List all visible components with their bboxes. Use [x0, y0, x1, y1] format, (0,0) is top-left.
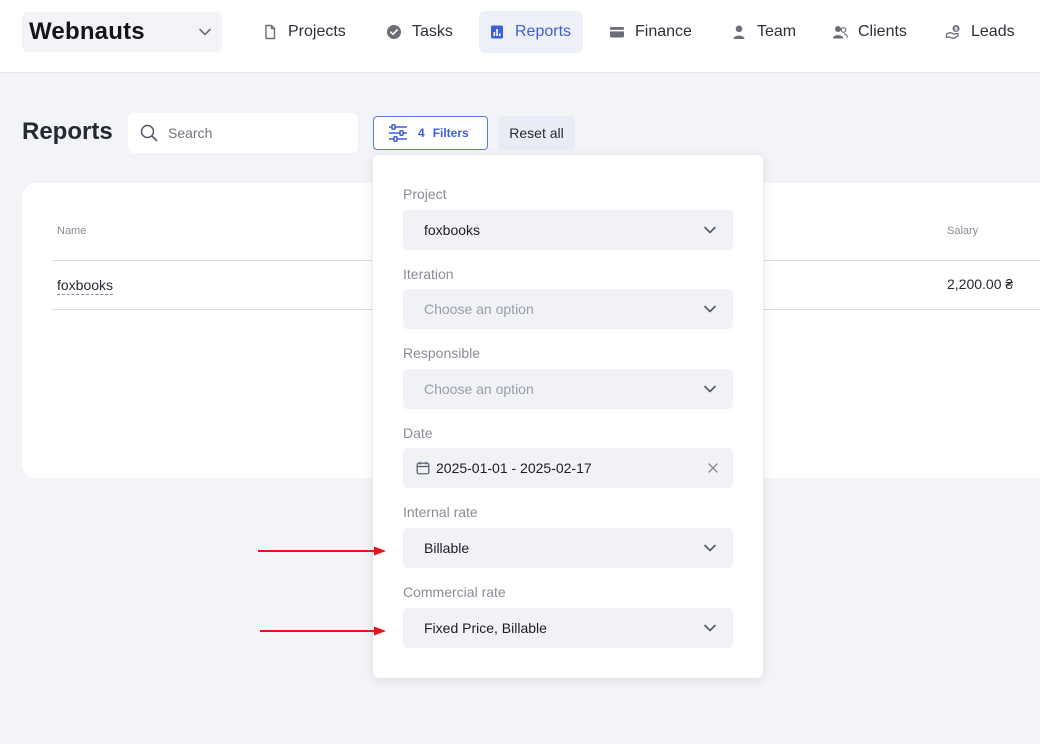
responsible-label: Responsible	[403, 345, 481, 361]
chevron-down-icon	[704, 226, 716, 234]
internal-rate-label: Internal rate	[403, 504, 478, 520]
responsible-select[interactable]: Choose an option	[403, 369, 733, 409]
report-chart-icon	[491, 25, 503, 39]
nav-label: Reports	[515, 23, 572, 40]
date-value: 2025-01-01 - 2025-02-17	[436, 460, 592, 476]
filters-button[interactable]: 4 Filters	[373, 116, 488, 150]
search-box[interactable]	[128, 113, 358, 153]
nav-label: Team	[757, 23, 797, 40]
project-label: Project	[403, 186, 447, 202]
svg-text:$: $	[954, 27, 958, 33]
reset-all-button[interactable]: Reset all	[498, 116, 575, 150]
column-header-salary: Salary	[947, 225, 979, 237]
commercial-rate-value: Fixed Price, Billable	[424, 620, 547, 636]
date-range-picker[interactable]: 2025-01-01 - 2025-02-17	[403, 448, 733, 488]
nav-label: Finance	[635, 23, 692, 40]
chevron-down-icon	[199, 28, 211, 36]
annotation-arrow-icon	[258, 546, 386, 556]
leads-icon: $	[945, 25, 960, 40]
person-icon	[733, 25, 745, 39]
chevron-down-icon	[704, 544, 716, 552]
nav-label: Tasks	[412, 23, 453, 40]
nav-item-reports[interactable]: Reports	[479, 11, 583, 53]
nav-item-leads[interactable]: $ Leads	[935, 11, 1025, 53]
chevron-down-icon	[704, 305, 716, 313]
annotation-arrow-icon	[260, 626, 386, 636]
iteration-label: Iteration	[403, 266, 454, 282]
search-input[interactable]	[168, 125, 348, 141]
chevron-down-icon	[704, 624, 716, 632]
row-salary: 2,200.00 ₴	[947, 276, 1014, 292]
sliders-icon	[389, 124, 407, 142]
nav-label: Clients	[858, 23, 907, 40]
clients-icon	[832, 26, 848, 39]
search-icon	[140, 124, 158, 142]
nav-label: Projects	[288, 23, 346, 40]
nav-item-projects[interactable]: Projects	[252, 11, 356, 53]
date-label: Date	[403, 425, 433, 441]
clear-icon[interactable]	[707, 462, 719, 474]
check-circle-icon	[387, 25, 401, 39]
page-title: Reports	[22, 118, 113, 145]
file-icon	[265, 24, 276, 40]
workspace-name: Webnauts	[29, 18, 145, 45]
filters-count: 4	[418, 126, 425, 140]
calendar-icon	[416, 461, 430, 475]
top-navigation-bar: Webnauts Projects Tasks Reports Finance …	[0, 0, 1040, 73]
filters-popover: Project foxbooks Iteration Choose an opt…	[373, 155, 763, 678]
project-value: foxbooks	[424, 222, 481, 238]
responsible-placeholder: Choose an option	[424, 381, 534, 397]
chevron-down-icon	[704, 385, 716, 393]
nav-item-team[interactable]: Team	[721, 11, 806, 53]
nav-item-tasks[interactable]: Tasks	[376, 11, 463, 53]
iteration-select[interactable]: Choose an option	[403, 289, 733, 329]
nav-item-finance[interactable]: Finance	[599, 11, 702, 53]
workspace-selector[interactable]: Webnauts	[22, 12, 222, 52]
project-select[interactable]: foxbooks	[403, 210, 733, 250]
wallet-icon	[610, 27, 624, 38]
filters-label: Filters	[432, 126, 469, 140]
nav-item-clients[interactable]: Clients	[822, 11, 917, 53]
column-header-name: Name	[57, 225, 87, 237]
iteration-placeholder: Choose an option	[424, 301, 534, 317]
commercial-rate-select[interactable]: Fixed Price, Billable	[403, 608, 733, 648]
nav-label: Leads	[971, 23, 1015, 40]
internal-rate-value: Billable	[424, 540, 470, 556]
row-name-link[interactable]: foxbooks	[57, 277, 114, 295]
internal-rate-select[interactable]: Billable	[403, 528, 733, 568]
commercial-rate-label: Commercial rate	[403, 584, 506, 600]
